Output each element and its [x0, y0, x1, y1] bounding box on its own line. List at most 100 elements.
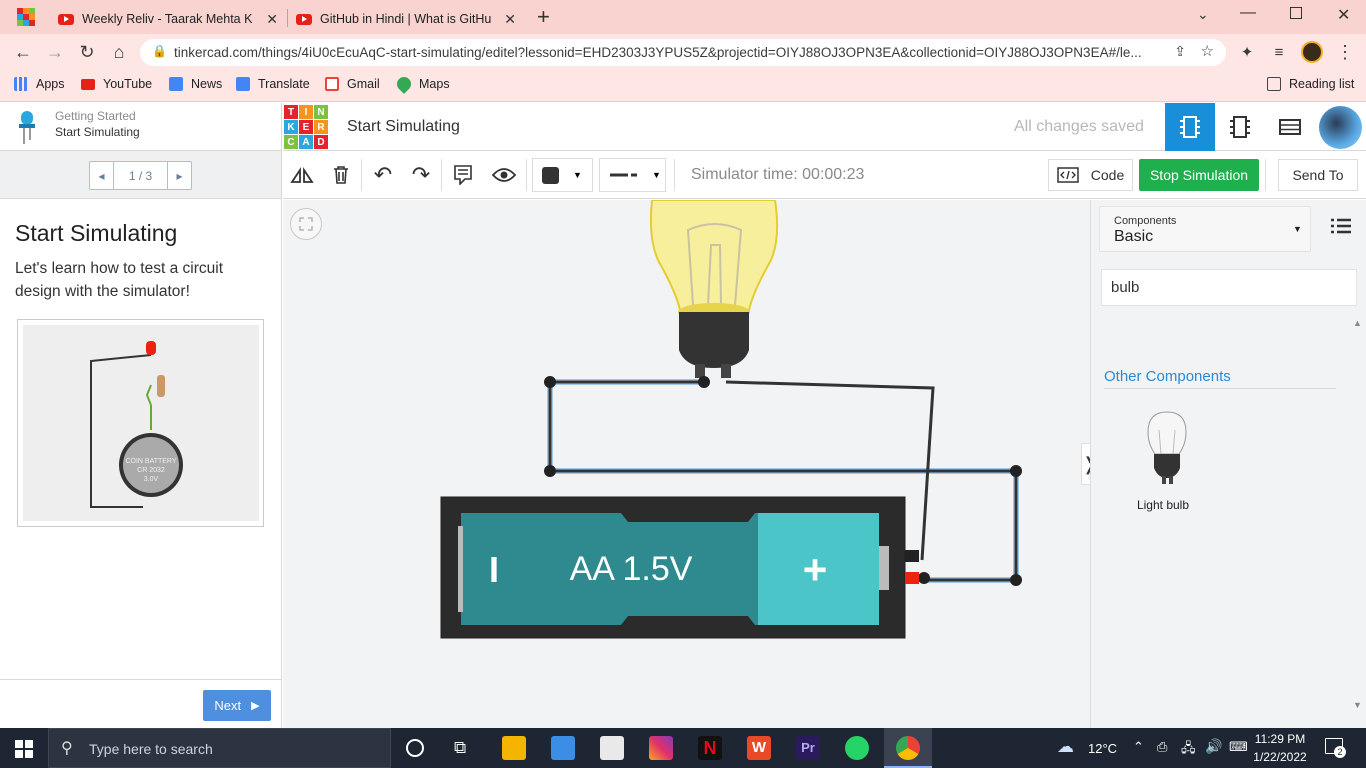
share-icon[interactable]: ⇪: [1174, 43, 1186, 60]
caret-right-icon: ▶: [251, 700, 260, 712]
minimize-button[interactable]: —: [1240, 4, 1256, 22]
clock-date[interactable]: 1/22/2022: [1250, 750, 1310, 764]
windows-taskbar: ⚲ Type here to search ⧉ N W Pr ☁ 12°C ⌃ …: [0, 728, 1366, 768]
meet-now-icon[interactable]: ⎙: [1157, 739, 1167, 755]
list-view-icon[interactable]: [1331, 218, 1351, 239]
logo-letter: N: [314, 105, 328, 119]
weather-temperature[interactable]: 12°C: [1088, 741, 1117, 756]
trash-icon: [334, 166, 348, 184]
new-tab-button[interactable]: +: [537, 4, 550, 30]
bookmark-apps[interactable]: Apps: [14, 70, 65, 98]
bookmark-youtube[interactable]: YouTube: [81, 70, 152, 98]
wire-style-dropdown[interactable]: ▼: [599, 158, 666, 192]
circuit-view-button[interactable]: [1165, 103, 1215, 151]
delete-button[interactable]: [329, 151, 353, 199]
component-item-light-bulb[interactable]: Light bulb: [1127, 410, 1199, 515]
next-button[interactable]: Next ▶: [203, 690, 271, 721]
back-button[interactable]: ←: [8, 34, 38, 70]
schematic-view-button[interactable]: [1215, 103, 1265, 151]
bookmark-label: Maps: [419, 77, 450, 91]
address-bar[interactable]: 🔒 tinkercad.com/things/4iU0cEcuAqC-start…: [140, 39, 1226, 66]
close-tab-icon[interactable]: ✕: [504, 11, 516, 28]
prev-step-button[interactable]: ◂: [90, 162, 114, 189]
restore-button[interactable]: [1290, 7, 1302, 19]
netflix-icon[interactable]: N: [698, 736, 722, 760]
browser-tab[interactable]: GitHub in Hindi | What is GitHub ✕: [296, 4, 524, 34]
tab-search-chevron-icon[interactable]: ⌄: [1197, 6, 1209, 23]
lesson-description: Let's learn how to test a circuit design…: [15, 260, 224, 300]
component-search-input[interactable]: bulb: [1101, 269, 1357, 306]
microsoft-store-icon[interactable]: [600, 736, 624, 760]
scroll-up-arrow[interactable]: ▲: [1353, 318, 1362, 328]
tray-chevron-icon[interactable]: ⌃: [1133, 739, 1144, 755]
breadcrumb-current: Start Simulating: [55, 125, 140, 139]
reload-button[interactable]: ↻: [72, 34, 102, 70]
task-view-icon[interactable]: ⧉: [454, 738, 466, 758]
section-title: Other Components: [1104, 368, 1336, 389]
notification-badge: 2: [1334, 746, 1346, 758]
photos-icon[interactable]: [551, 736, 575, 760]
rotate-button[interactable]: [287, 151, 317, 199]
scroll-down-arrow[interactable]: ▼: [1353, 700, 1362, 710]
close-tab-icon[interactable]: ✕: [266, 11, 278, 28]
whatsapp-icon[interactable]: [845, 736, 869, 760]
logo-letter: E: [299, 120, 313, 134]
browser-menu-icon[interactable]: ⋮: [1330, 34, 1360, 70]
cortana-icon[interactable]: [406, 739, 424, 757]
bookmark-translate[interactable]: Translate: [236, 70, 310, 98]
user-avatar[interactable]: [1319, 106, 1362, 149]
bookmark-news[interactable]: News: [169, 70, 222, 98]
battery-label: AA 1.5V: [570, 550, 693, 588]
next-step-button[interactable]: ▸: [167, 162, 191, 189]
windows-start-icon[interactable]: [15, 740, 33, 758]
taskbar-search-box[interactable]: ⚲ Type here to search: [48, 728, 391, 768]
logo-letter: R: [314, 120, 328, 134]
notes-button[interactable]: [451, 151, 475, 199]
code-button[interactable]: Code: [1048, 159, 1133, 191]
weather-icon[interactable]: ☁: [1057, 737, 1074, 757]
network-icon[interactable]: 🖧: [1181, 739, 1196, 761]
logo-letter: A: [299, 135, 313, 149]
logo-letter: C: [284, 135, 298, 149]
breadcrumb-parent[interactable]: Getting Started: [55, 109, 136, 123]
bookmark-maps[interactable]: Maps: [394, 70, 450, 98]
forward-button[interactable]: →: [40, 34, 70, 70]
chrome-taskbar-button[interactable]: [884, 728, 932, 768]
light-bulb-component[interactable]: [649, 200, 779, 378]
bookmark-label: Apps: [36, 77, 65, 91]
instagram-icon[interactable]: [649, 736, 673, 760]
media-icon[interactable]: ≡: [1264, 34, 1294, 70]
home-icon[interactable]: ⌂: [104, 34, 134, 70]
stop-simulation-button[interactable]: Stop Simulation: [1139, 159, 1259, 191]
color-picker-dropdown[interactable]: ▼: [532, 158, 593, 192]
keyboard-icon[interactable]: ⌨: [1229, 739, 1248, 755]
aa-battery-holder[interactable]: AA 1.5V I +: [440, 496, 919, 639]
dropdown-caption: Components: [1114, 215, 1177, 227]
file-explorer-icon[interactable]: [502, 736, 526, 760]
redo-icon[interactable]: ↷: [409, 151, 433, 199]
bookmark-label: News: [191, 77, 223, 91]
bookmark-gmail[interactable]: Gmail: [325, 70, 380, 98]
notification-center-icon[interactable]: 2: [1325, 738, 1346, 758]
components-dropdown[interactable]: Components Basic ▼: [1099, 206, 1311, 252]
send-to-button[interactable]: Send To: [1278, 159, 1358, 191]
tinkercad-logo[interactable]: TIN KER CAD: [284, 105, 328, 149]
workplane-canvas[interactable]: AA 1.5V I + ❭: [283, 200, 1097, 728]
visibility-button[interactable]: [491, 151, 517, 199]
premiere-pro-icon[interactable]: Pr: [796, 736, 820, 760]
extensions-icon[interactable]: ✦: [1232, 34, 1262, 70]
search-placeholder: Type here to search: [89, 741, 213, 757]
wps-office-icon[interactable]: W: [747, 736, 771, 760]
volume-icon[interactable]: 🔊: [1205, 738, 1222, 755]
project-title[interactable]: Start Simulating: [347, 118, 460, 136]
reading-list-button[interactable]: Reading list: [1267, 70, 1354, 98]
component-list-button[interactable]: [1265, 103, 1315, 151]
clock-time[interactable]: 11:29 PM: [1250, 732, 1310, 746]
browser-tab[interactable]: Weekly Reliv - Taarak Mehta Ka C ✕: [58, 4, 286, 34]
profile-avatar[interactable]: [1301, 41, 1323, 63]
circuit-view-icon: [1180, 116, 1200, 138]
undo-icon[interactable]: ↶: [371, 151, 395, 199]
bookmark-star-icon[interactable]: ☆: [1201, 42, 1214, 60]
youtube-icon: [81, 78, 95, 90]
close-window-button[interactable]: ✕: [1337, 5, 1350, 25]
